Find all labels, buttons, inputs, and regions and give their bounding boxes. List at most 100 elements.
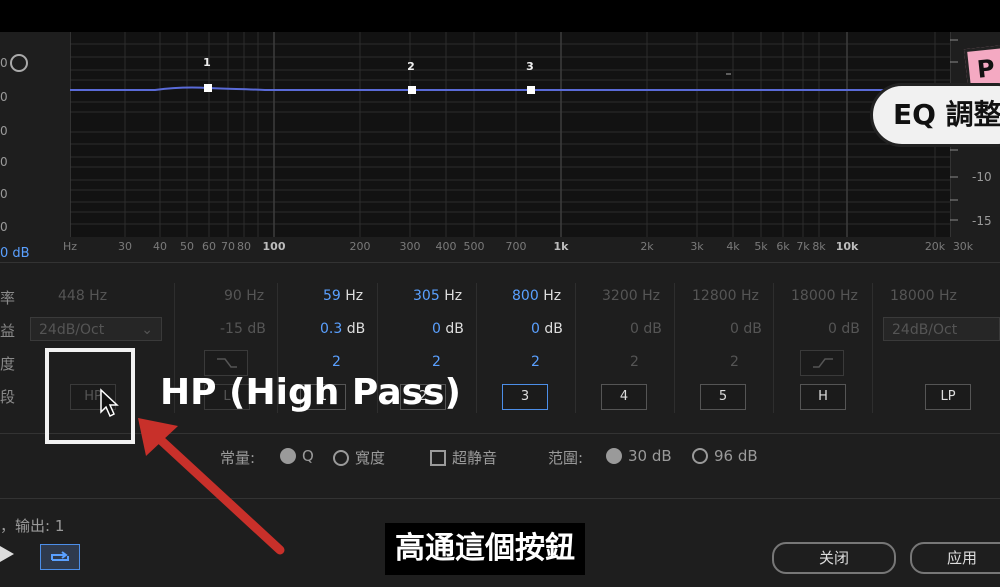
radio-empty-icon [333, 449, 349, 466]
x-tick: 3k [690, 240, 704, 253]
band-1-label: 1 [203, 56, 211, 69]
band-4-width[interactable]: 2 [630, 354, 639, 370]
band-1-frequency-value: 59 [323, 288, 341, 304]
band-1-frequency[interactable]: 59 Hz [323, 288, 363, 304]
hp-slope-value: 24dB/Oct [39, 322, 105, 338]
width-radio[interactable]: 寬度 [333, 447, 385, 468]
video-subtitle: 高通這個按鈕 [385, 523, 585, 575]
band-5-button[interactable]: 5 [700, 384, 746, 410]
band-3-handle[interactable] [527, 86, 535, 94]
x-tick: 50 [180, 240, 194, 253]
high-shelf-gain[interactable]: 0 dB [828, 321, 860, 337]
band-3-width[interactable]: 2 [531, 354, 540, 370]
lp-slope-value: 24dB/Oct [892, 322, 958, 338]
hp-caption: HP (High Pass) [160, 372, 461, 413]
x-tick: 2k [640, 240, 654, 253]
close-button[interactable]: 关闭 [772, 542, 896, 574]
band-2-gain-value: 0 [432, 321, 441, 337]
radio-empty-icon [692, 448, 708, 464]
apply-button[interactable]: 应用 [910, 542, 1000, 574]
x-tick: 80 [237, 240, 251, 253]
mouse-cursor-icon [100, 388, 119, 418]
lp-slope-dropdown[interactable]: 24dB/Oct [883, 317, 1000, 341]
lp-band-button[interactable]: LP [925, 384, 971, 410]
band-2-gain-unit: dB [445, 321, 464, 337]
chevron-down-icon: ⌄ [141, 322, 153, 338]
io-channels-text: ，输出: 1 [0, 517, 65, 535]
band-2-handle[interactable] [408, 86, 416, 94]
band-4-gain[interactable]: 0 dB [630, 321, 662, 337]
band-2-width[interactable]: 2 [432, 354, 441, 370]
band-3-gain-value: 0 [531, 321, 540, 337]
band-3-frequency[interactable]: 800 Hz [512, 288, 561, 304]
x-tick: 6k [776, 240, 790, 253]
band-3-frequency-unit: Hz [543, 288, 562, 304]
loop-icon [51, 551, 69, 561]
band-4-frequency[interactable]: 3200 Hz [602, 288, 660, 304]
range-96-label: 96 dB [714, 447, 758, 465]
band-5-width[interactable]: 2 [730, 354, 739, 370]
band-1-gain[interactable]: 0.3 dB [320, 321, 365, 337]
play-icon[interactable] [0, 546, 14, 562]
band-4-button[interactable]: 4 [601, 384, 647, 410]
band-2-gain[interactable]: 0 dB [432, 321, 464, 337]
x-tick: 60 [202, 240, 216, 253]
lp-frequency[interactable]: 18000 Hz [890, 288, 957, 304]
x-tick: 4k [726, 240, 740, 253]
red-arrow-icon [138, 418, 285, 555]
x-tick: 7k [796, 240, 810, 253]
row-label-gain: 益 [0, 322, 16, 340]
band-2-frequency-unit: Hz [444, 288, 463, 304]
high-shelf-band-button[interactable]: H [800, 384, 846, 410]
range-30-radio[interactable]: 30 dB [606, 447, 672, 465]
band-1-width[interactable]: 2 [332, 354, 341, 370]
range-label: 范圍: [548, 449, 584, 467]
hp-slope-dropdown[interactable]: 24dB/Oct ⌄ [30, 317, 162, 341]
right-tick: -15 [972, 214, 992, 228]
width-label: 寬度 [355, 449, 386, 467]
x-tick: 8k [812, 240, 826, 253]
row-label-frequency: 率 [0, 289, 16, 307]
x-tick: 100 [262, 240, 286, 253]
band-3-button[interactable]: 3 [502, 384, 548, 410]
x-tick: 700 [505, 240, 527, 253]
x-tick: 70 [221, 240, 235, 253]
band-5-frequency[interactable]: 12800 Hz [692, 288, 759, 304]
x-tick: 5k [754, 240, 768, 253]
row-label-band: 段 [0, 388, 16, 406]
left-tick: 0 [0, 155, 8, 169]
band-1-frequency-unit: Hz [345, 288, 364, 304]
high-shelf-frequency[interactable]: 18000 Hz [791, 288, 858, 304]
band-3-gain[interactable]: 0 dB [531, 321, 563, 337]
x-tick: 500 [463, 240, 485, 253]
right-tick: -10 [972, 170, 992, 184]
left-db-scale: 0 0 0 0 0 0 0 dB [0, 32, 62, 262]
row-label-width: 度 [0, 355, 16, 373]
loop-button[interactable] [40, 544, 80, 570]
ultra-quiet-checkbox[interactable]: 超静音 [430, 447, 497, 468]
band-1-gain-value: 0.3 [320, 321, 343, 337]
left-tick: 0 [0, 90, 8, 104]
left-tick: 0 [0, 187, 8, 201]
band-5-gain[interactable]: 0 dB [730, 321, 762, 337]
high-shelf-shape-icon[interactable] [800, 350, 844, 376]
x-tick: 10k [835, 240, 859, 253]
eq-graph[interactable]: 1 2 3 [69, 32, 951, 237]
band-3-frequency-value: 800 [512, 288, 539, 304]
knob-icon[interactable] [10, 54, 28, 72]
band-3-label: 3 [526, 60, 534, 73]
x-tick: 200 [349, 240, 371, 253]
left-db-unit: 0 dB [0, 246, 30, 261]
band-2-frequency[interactable]: 305 Hz [413, 288, 462, 304]
x-tick: 30 [118, 240, 132, 253]
top-black-bar [0, 0, 1000, 32]
q-label: Q [302, 447, 314, 465]
x-tick: 30k [952, 240, 974, 253]
range-96-radio[interactable]: 96 dB [692, 447, 758, 465]
band-3-gain-unit: dB [544, 321, 563, 337]
band-2-label: 2 [407, 60, 415, 73]
radio-selected-icon [606, 448, 622, 464]
left-tick: 0 [0, 124, 8, 138]
left-tick: 0 [0, 220, 8, 234]
band-1-handle[interactable] [204, 84, 212, 92]
